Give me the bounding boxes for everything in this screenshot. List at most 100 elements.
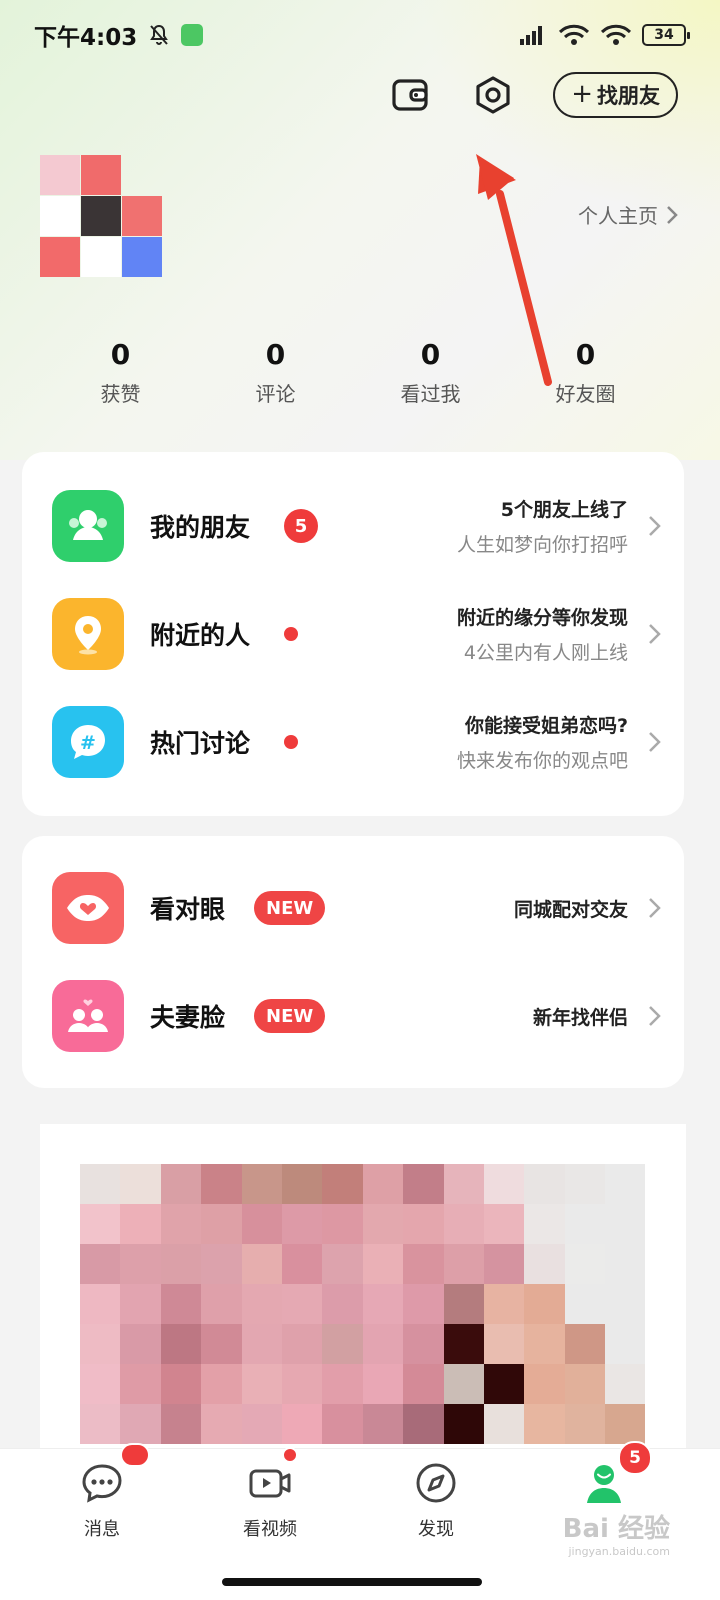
mosaic-cell (483, 1284, 525, 1324)
match-card: 看对眼 NEW 同城配对交友 夫妻脸 NEW 新年找伴侣 (22, 836, 684, 1088)
find-friend-label: 找朋友 (597, 84, 660, 108)
mosaic-cell (322, 1244, 363, 1284)
mosaic-cell (241, 1404, 282, 1444)
row-eye-match[interactable]: 看对眼 NEW 同城配对交友 (22, 854, 684, 962)
mosaic-cell (281, 1324, 323, 1364)
signal-icon (520, 26, 542, 45)
mosaic-cell (564, 1404, 606, 1444)
video-dot-badge (282, 1447, 298, 1463)
battery-indicator: 34 (642, 24, 690, 46)
row-subtitle: 附近的缘分等你发现 4公里内有人刚上线 (457, 603, 628, 665)
tab-label: 发现 (418, 1519, 454, 1540)
mosaic-cell (241, 1364, 282, 1404)
mosaic-cell (80, 1324, 121, 1364)
row-my-friends[interactable]: 我的朋友 5 5个朋友上线了 人生如梦向你打招呼 (22, 472, 684, 580)
mosaic-cell (281, 1404, 323, 1444)
row-subtitle-primary: 附近的缘分等你发现 (456, 607, 628, 629)
row-subtitle-primary: 新年找伴侣 (532, 1006, 628, 1029)
stat-label: 评论 (255, 382, 296, 406)
find-friend-button[interactable]: + 找朋友 (553, 72, 678, 118)
mosaic-cell (564, 1284, 606, 1324)
mosaic-cell (120, 1324, 161, 1364)
mosaic-cell (160, 1404, 202, 1444)
row-couple-face[interactable]: 夫妻脸 NEW 新年找伴侣 (22, 962, 684, 1070)
mosaic-cell (605, 1244, 646, 1284)
chevron-right-icon (649, 516, 661, 536)
mosaic-cell (564, 1244, 606, 1284)
annotation-arrow-icon (476, 154, 552, 386)
settings-hexagon-icon (476, 76, 510, 114)
mosaic-cell (483, 1164, 525, 1204)
row-subtitle: 5个朋友上线了 人生如梦向你打招呼 (457, 495, 628, 557)
profile-badge: 5 (618, 1441, 652, 1475)
battery-level: 34 (654, 27, 674, 43)
mosaic-cell (80, 1404, 121, 1444)
tab-label: 看视频 (243, 1519, 297, 1540)
mosaic-cell (201, 1164, 242, 1204)
location-pin-icon (52, 598, 124, 670)
tab-video[interactable]: 看视频 (210, 1461, 330, 1541)
mosaic-cell (483, 1324, 525, 1364)
messages-badge (120, 1443, 150, 1467)
mosaic-cell (564, 1164, 606, 1204)
profile-link[interactable]: 个人主页 (578, 200, 678, 229)
tab-messages[interactable]: 消息 (42, 1461, 162, 1541)
row-hot-discussion[interactable]: # 热门讨论 你能接受姐弟恋吗? 快来发布你的观点吧 (22, 688, 684, 796)
row-subtitle-primary: 你能接受姐弟恋吗? (464, 715, 628, 737)
mosaic-cell (362, 1244, 404, 1284)
mosaic-cell (403, 1404, 444, 1444)
mosaic-cell (524, 1164, 565, 1204)
tab-discover[interactable]: 发现 (376, 1461, 496, 1541)
mosaic-cell (524, 1364, 565, 1404)
mosaic-cell (201, 1364, 242, 1404)
chevron-right-icon (649, 624, 661, 644)
mosaic-cell (281, 1204, 323, 1244)
mosaic-cell (120, 1284, 161, 1324)
chevron-right-icon (649, 1006, 661, 1026)
eye-heart-icon (52, 872, 124, 944)
wallet-button[interactable] (389, 73, 433, 117)
row-subtitle-primary: 5个朋友上线了 (500, 499, 628, 521)
mosaic-cell (120, 1204, 161, 1244)
mosaic-cell (443, 1244, 484, 1284)
friends-count-badge: 5 (284, 509, 318, 543)
mosaic-cell (201, 1324, 242, 1364)
avatar[interactable] (40, 155, 162, 277)
mosaic-cell (524, 1204, 565, 1244)
mosaic-cell (605, 1324, 646, 1364)
mosaic-cell (160, 1244, 202, 1284)
mosaic-cell (160, 1204, 202, 1244)
mosaic-cell (80, 1164, 121, 1204)
chevron-right-icon (649, 732, 661, 752)
wifi-secondary-icon (600, 24, 632, 45)
mosaic-cell (483, 1364, 525, 1404)
row-subtitle: 你能接受姐弟恋吗? 快来发布你的观点吧 (457, 711, 628, 773)
new-tag: NEW (254, 891, 326, 925)
mosaic-cell (403, 1164, 444, 1204)
mosaic-cell (443, 1324, 484, 1364)
mosaic-cell (241, 1164, 282, 1204)
mosaic-cell (241, 1244, 282, 1284)
pixelated-feed-image[interactable] (80, 1164, 646, 1454)
stat-comments[interactable]: 0 评论 (198, 338, 353, 407)
tab-label: 消息 (84, 1519, 120, 1540)
row-nearby-people[interactable]: 附近的人 附近的缘分等你发现 4公里内有人刚上线 (22, 580, 684, 688)
row-subtitle-secondary: 人生如梦向你打招呼 (456, 534, 628, 556)
stat-likes[interactable]: 0 获赞 (43, 338, 198, 407)
friends-icon (52, 490, 124, 562)
mosaic-cell (120, 1164, 161, 1204)
settings-button[interactable] (471, 73, 515, 117)
mosaic-cell (443, 1164, 484, 1204)
mosaic-cell (160, 1284, 202, 1324)
mosaic-cell (281, 1164, 323, 1204)
mosaic-cell (564, 1324, 606, 1364)
mosaic-cell (564, 1204, 606, 1244)
stat-value: 0 (265, 338, 286, 371)
video-icon (249, 1469, 291, 1498)
mosaic-cell (80, 1284, 121, 1324)
svg-text:#: # (80, 732, 96, 754)
chevron-right-icon (667, 205, 678, 224)
hashtag-chat-icon: # (52, 706, 124, 778)
row-title: 我的朋友 (150, 513, 251, 542)
mosaic-cell (160, 1164, 202, 1204)
